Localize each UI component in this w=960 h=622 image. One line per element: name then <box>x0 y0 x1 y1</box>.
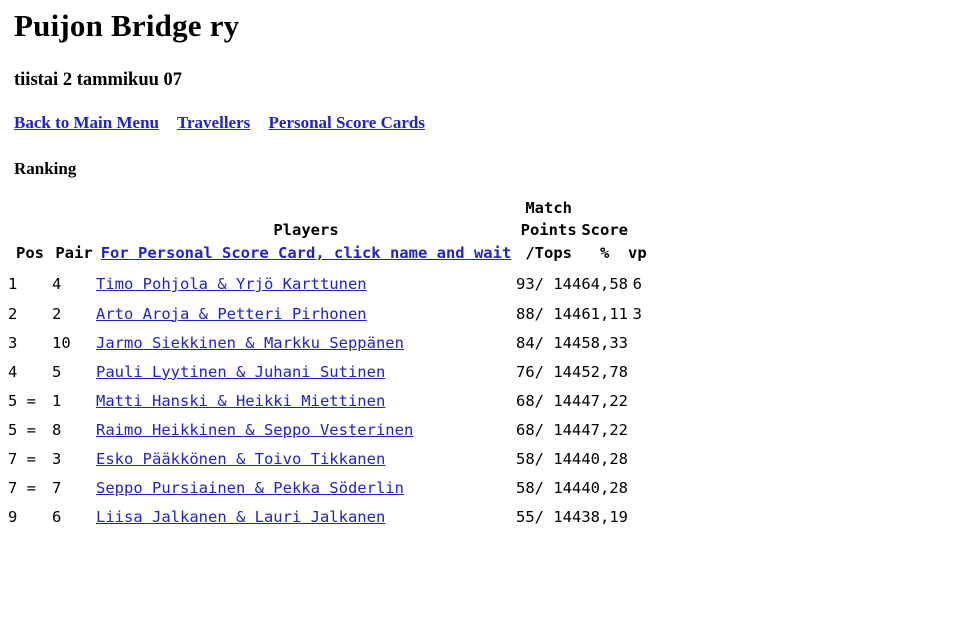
cell-pos: 5 = <box>8 420 36 439</box>
table-row: 3 10 Jarmo Siekkinen & Markku Seppänen 8… <box>8 329 647 358</box>
cell-pair: 10 <box>52 333 71 352</box>
column-header-players-link[interactable]: For Personal Score Card, click name and … <box>96 242 516 264</box>
cell-pos: 3 <box>8 333 18 352</box>
cell-vp <box>628 329 647 358</box>
player-link[interactable]: Timo Pohjola & Yrjö Karttunen <box>96 275 367 293</box>
cell-score-percent: 52,78 <box>581 362 628 381</box>
column-header-pos: Pos <box>16 243 44 262</box>
table-row: 2 2 Arto Aroja & Petteri Pirhonen 88/ 14… <box>8 300 647 329</box>
cell-score-percent: 61,11 <box>581 304 628 323</box>
table-header-row: Pos Pair Players For Personal Score Card… <box>8 197 647 270</box>
cell-players: Liisa Jalkanen & Lauri Jalkanen <box>96 503 516 532</box>
cell-pair: 7 <box>52 479 62 498</box>
cell-match-points: 68/ 144 <box>516 420 582 439</box>
cell-vp: 3 <box>632 304 642 323</box>
cell-pos: 9 <box>8 508 18 527</box>
cell-match-points: 68/ 144 <box>516 391 582 410</box>
player-link[interactable]: Raimo Heikkinen & Seppo Vesterinen <box>96 421 413 439</box>
player-link[interactable]: Seppo Pursiainen & Pekka Söderlin <box>96 479 404 497</box>
player-link[interactable]: Liisa Jalkanen & Lauri Jalkanen <box>96 508 385 526</box>
column-header-match-points: Match Points /Tops <box>516 197 581 270</box>
cell-match-points: 58/ 144 <box>516 479 582 498</box>
column-header-score-line2: % <box>599 243 610 262</box>
cell-match-points: 76/ 144 <box>516 362 582 381</box>
cell-players: Pauli Lyytinen & Juhani Sutinen <box>96 358 516 387</box>
column-header-match-line1: Match <box>525 199 572 217</box>
player-link[interactable]: Esko Pääkkönen & Toivo Tikkanen <box>96 450 385 468</box>
player-link[interactable]: Pauli Lyytinen & Juhani Sutinen <box>96 363 385 381</box>
cell-vp <box>628 503 647 532</box>
column-header-score-percent: Score % <box>581 197 628 270</box>
cell-pos: 7 = <box>8 479 36 498</box>
cell-match-points: 84/ 144 <box>516 333 582 352</box>
page-date: tiistai 2 tammikuu 07 <box>14 70 183 90</box>
table-row: 9 6 Liisa Jalkanen & Lauri Jalkanen 55/ … <box>8 503 647 532</box>
ranking-table-body: 1 4 Timo Pohjola & Yrjö Karttunen 93/ 14… <box>8 270 647 532</box>
page-title: Puijon Bridge ry <box>14 8 240 43</box>
cell-vp <box>628 474 647 503</box>
column-header-score-line1: Score <box>581 221 628 240</box>
cell-score-percent: 40,28 <box>581 450 628 469</box>
ranking-table-head: Pos Pair Players For Personal Score Card… <box>8 197 647 270</box>
table-row: 7 = 3 Esko Pääkkönen & Toivo Tikkanen 58… <box>8 445 647 474</box>
cell-players: Timo Pohjola & Yrjö Karttunen <box>96 270 516 299</box>
cell-pair: 4 <box>52 275 62 294</box>
cell-score-percent: 47,22 <box>581 391 628 410</box>
cell-pos: 1 <box>8 275 18 294</box>
cell-players: Raimo Heikkinen & Seppo Vesterinen <box>96 416 516 445</box>
cell-vp: 6 <box>632 275 642 294</box>
column-header-players-title: Players <box>273 221 339 240</box>
cell-score-percent: 40,28 <box>581 479 628 498</box>
cell-score-percent: 58,33 <box>581 333 628 352</box>
cell-score-percent: 38,19 <box>581 508 628 527</box>
cell-match-points: 88/ 144 <box>516 304 582 323</box>
navigation-bar: Back to Main Menu Travellers Personal Sc… <box>14 113 960 133</box>
table-row: 5 = 1 Matti Hanski & Heikki Miettinen 68… <box>8 387 647 416</box>
ranking-table: Pos Pair Players For Personal Score Card… <box>8 197 647 532</box>
table-row: 4 5 Pauli Lyytinen & Juhani Sutinen 76/ … <box>8 358 647 387</box>
cell-match-points: 93/ 144 <box>516 275 582 294</box>
table-row: 7 = 7 Seppo Pursiainen & Pekka Söderlin … <box>8 474 647 503</box>
cell-match-points: 55/ 144 <box>516 508 582 527</box>
cell-pair: 1 <box>52 391 62 410</box>
cell-match-points: 58/ 144 <box>516 450 582 469</box>
cell-vp <box>628 387 647 416</box>
cell-players: Arto Aroja & Petteri Pirhonen <box>96 300 516 329</box>
column-header-players: Players For Personal Score Card, click n… <box>96 197 516 270</box>
column-header-match-line3: /Tops <box>525 243 572 262</box>
player-link[interactable]: Jarmo Siekkinen & Markku Seppänen <box>96 334 404 352</box>
section-heading-ranking: Ranking <box>14 159 77 178</box>
nav-link-travellers[interactable]: Travellers <box>177 113 250 132</box>
cell-pair: 3 <box>52 450 62 469</box>
cell-pair: 6 <box>52 508 62 527</box>
cell-pair: 8 <box>52 420 62 439</box>
nav-link-personal-score-cards[interactable]: Personal Score Cards <box>269 113 425 132</box>
cell-vp <box>628 358 647 387</box>
cell-pair: 5 <box>52 362 62 381</box>
table-row: 1 4 Timo Pohjola & Yrjö Karttunen 93/ 14… <box>8 270 647 299</box>
cell-pos: 5 = <box>8 391 36 410</box>
cell-pos: 4 <box>8 362 18 381</box>
cell-vp <box>628 445 647 474</box>
cell-score-percent: 64,58 <box>581 275 628 294</box>
cell-players: Jarmo Siekkinen & Markku Seppänen <box>96 329 516 358</box>
table-row: 5 = 8 Raimo Heikkinen & Seppo Vesterinen… <box>8 416 647 445</box>
player-link[interactable]: Matti Hanski & Heikki Miettinen <box>96 392 385 410</box>
column-header-pair: Pair <box>55 243 93 262</box>
column-header-match-line2: Points <box>520 221 577 240</box>
cell-players: Esko Pääkkönen & Toivo Tikkanen <box>96 445 516 474</box>
player-link[interactable]: Arto Aroja & Petteri Pirhonen <box>96 305 367 323</box>
cell-pos: 7 = <box>8 450 36 469</box>
cell-pos: 2 <box>8 304 18 323</box>
cell-score-percent: 47,22 <box>581 420 628 439</box>
cell-players: Seppo Pursiainen & Pekka Söderlin <box>96 474 516 503</box>
nav-link-back-to-main-menu[interactable]: Back to Main Menu <box>14 113 159 132</box>
page-root: Puijon Bridge ry tiistai 2 tammikuu 07 B… <box>0 8 960 622</box>
cell-players: Matti Hanski & Heikki Miettinen <box>96 387 516 416</box>
column-header-vp: vp <box>628 243 647 262</box>
cell-vp <box>628 416 647 445</box>
cell-pair: 2 <box>52 304 62 323</box>
